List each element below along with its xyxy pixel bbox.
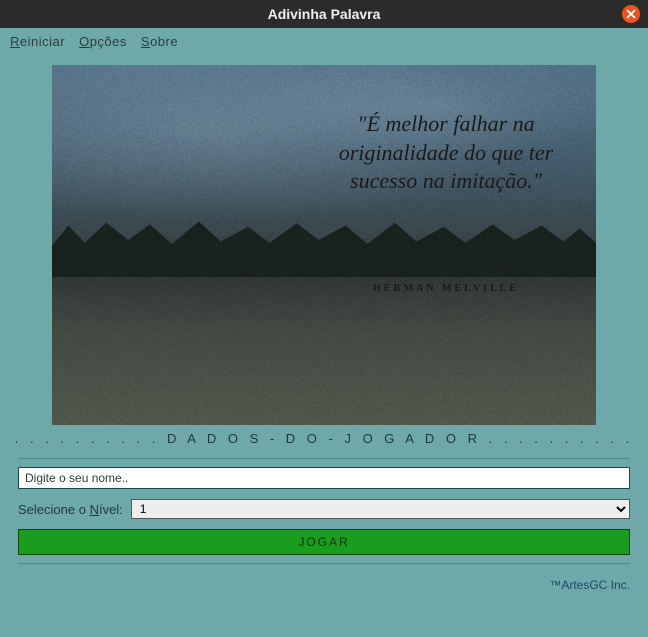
footer-brand: ™ArtesGC Inc.	[0, 572, 648, 592]
close-icon	[626, 9, 636, 19]
menu-reiniciar[interactable]: Reiniciar	[10, 34, 65, 49]
titlebar: Adivinha Palavra	[0, 0, 648, 28]
divider-bottom	[18, 563, 630, 564]
window-title: Adivinha Palavra	[268, 6, 381, 22]
level-select[interactable]: 1	[131, 499, 630, 519]
hero-image: "É melhor falhar na originalidade do que…	[52, 65, 596, 425]
close-button[interactable]	[622, 5, 640, 23]
divider-top	[18, 458, 630, 459]
app-body: Reiniciar Opções Sobre "É melhor falhar …	[0, 28, 648, 637]
menu-opcoes[interactable]: Opções	[79, 34, 127, 49]
name-input[interactable]	[18, 467, 630, 489]
menu-sobre[interactable]: Sobre	[141, 34, 178, 49]
play-button[interactable]: JOGAR	[18, 529, 630, 555]
level-label: Selecione o Nível:	[18, 502, 123, 517]
section-title: . . . . . . . . . . D A D O S - D O - J …	[0, 431, 648, 446]
quote-text: "É melhor falhar na originalidade do que…	[316, 110, 576, 196]
level-row: Selecione o Nível: 1	[18, 499, 630, 519]
menubar: Reiniciar Opções Sobre	[0, 28, 648, 55]
quote-author: HERMAN MELVILLE	[316, 283, 576, 294]
form-area: Selecione o Nível: 1 JOGAR	[0, 467, 648, 555]
